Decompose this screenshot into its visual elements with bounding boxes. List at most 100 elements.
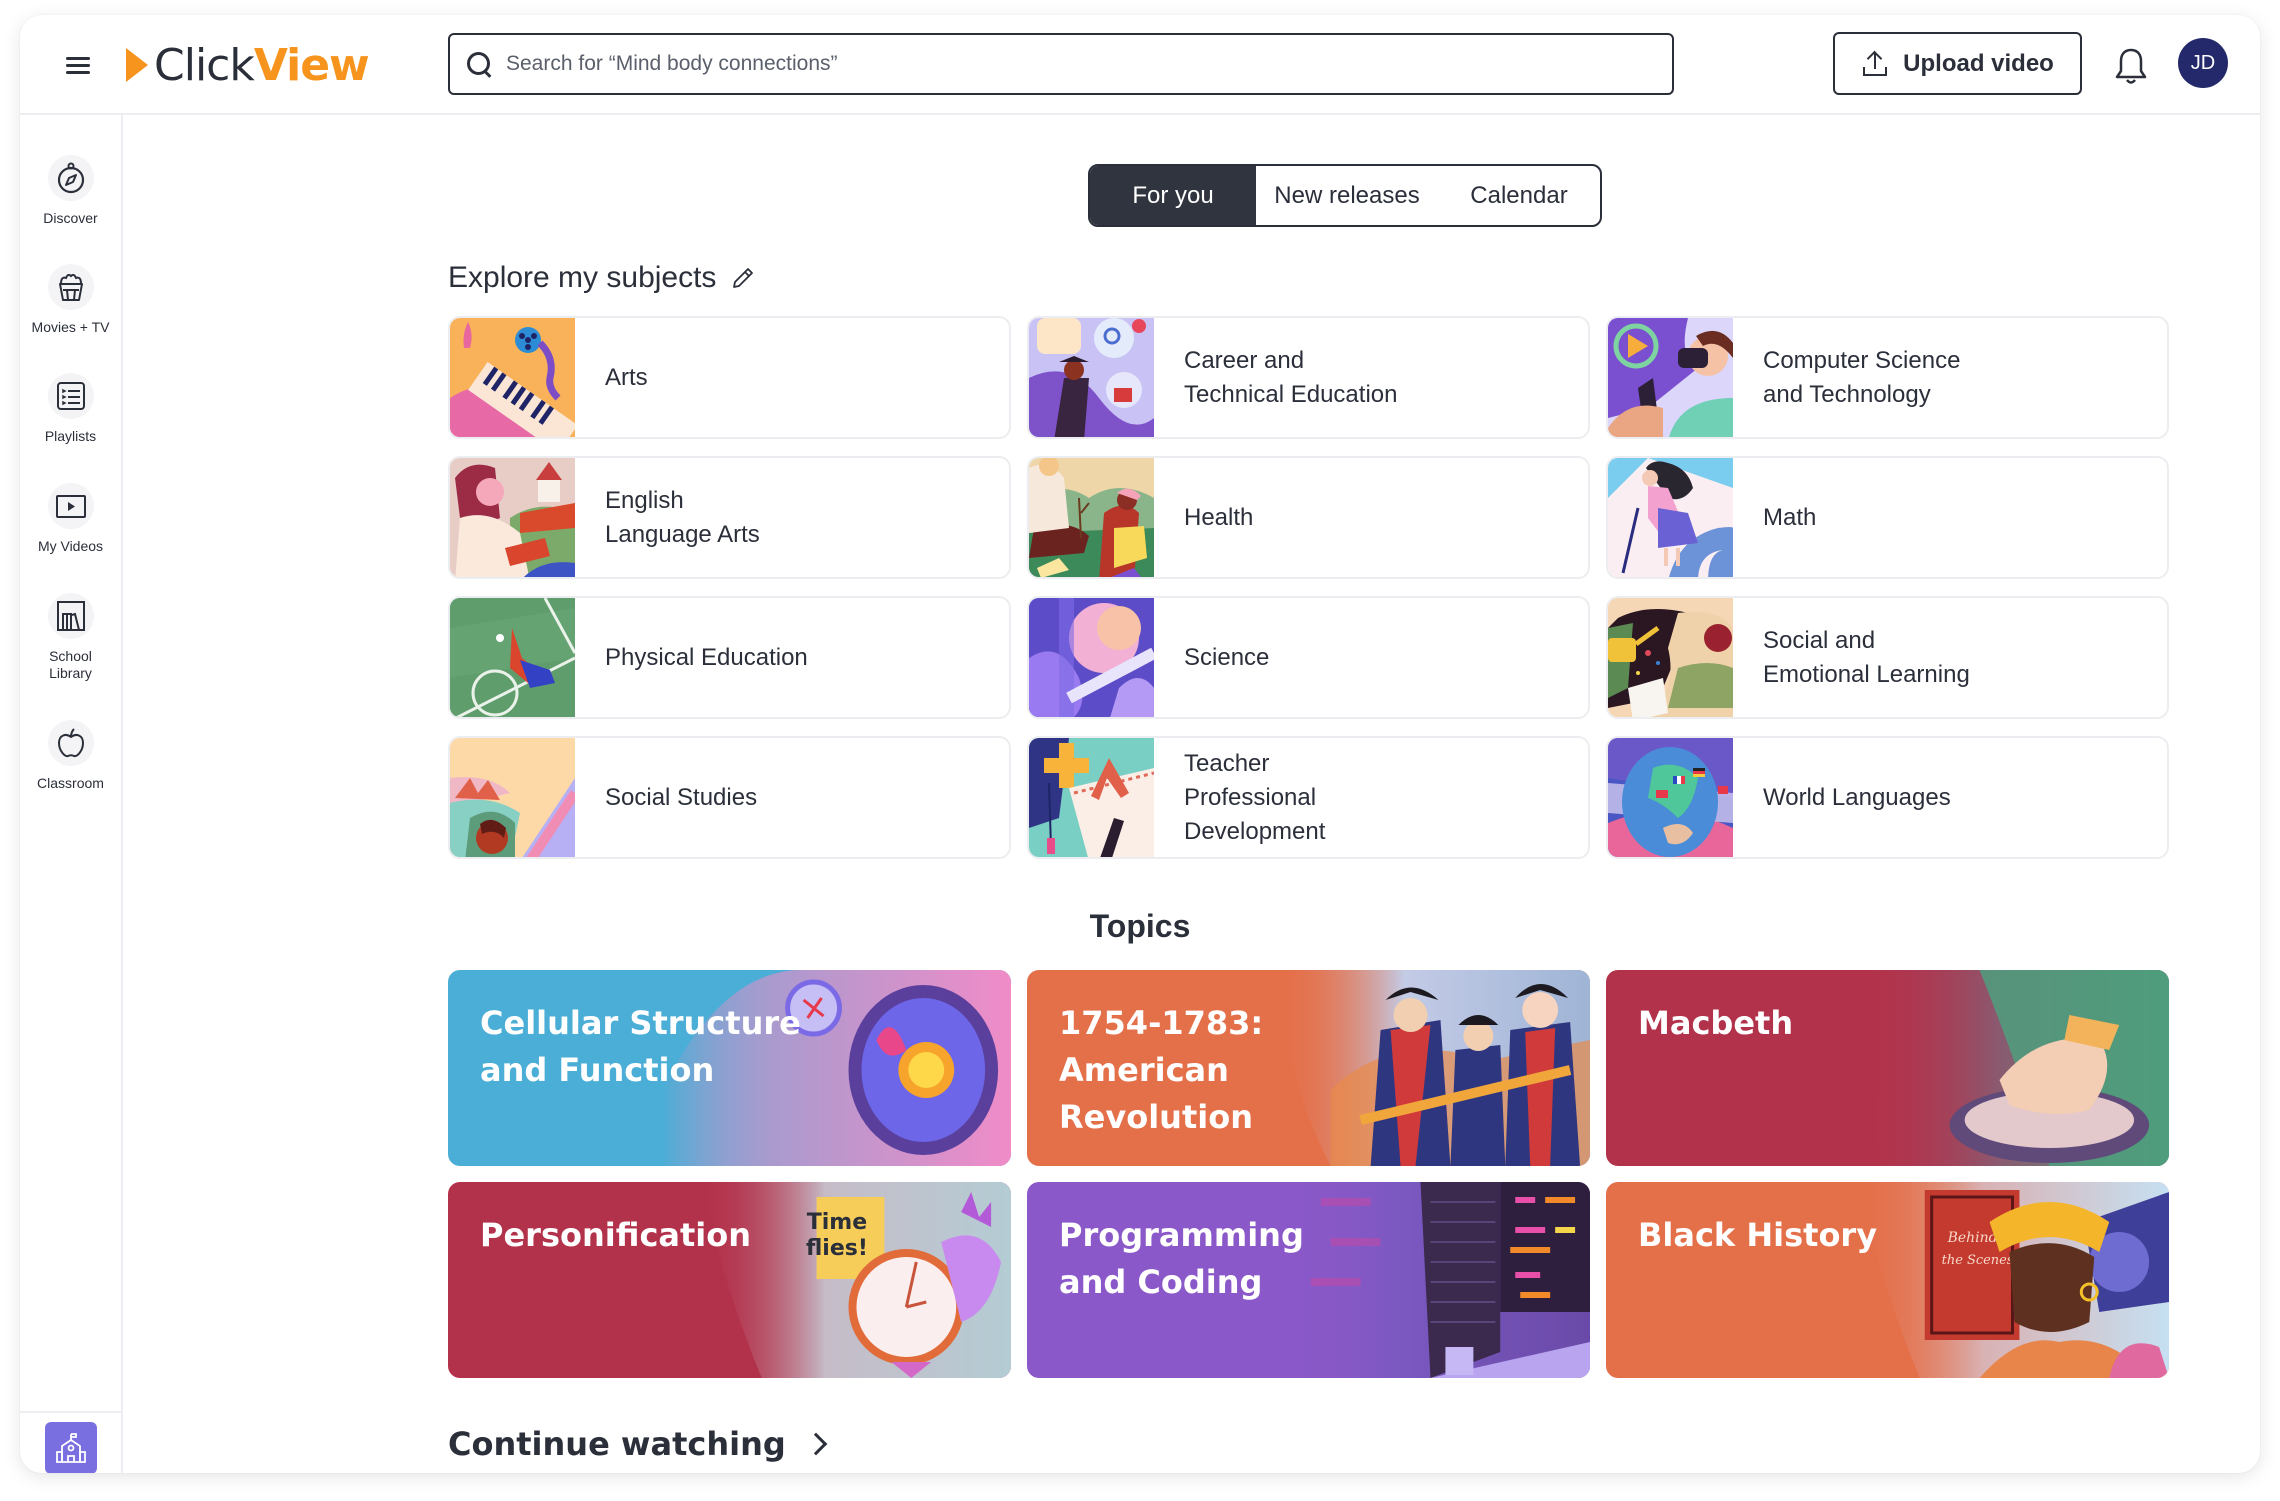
explore-subjects-header: Explore my subjects <box>448 261 756 295</box>
tab-for-you[interactable]: For you <box>1090 166 1256 225</box>
topic-label: Cellular Structure and Function <box>480 1004 801 1089</box>
upload-video-label: Upload video <box>1903 49 2054 77</box>
top-header: ClickView Upload video JD <box>20 15 2260 115</box>
subject-label: Health <box>1184 503 1254 531</box>
subject-card-science[interactable]: Science <box>1027 596 1590 719</box>
topic-card-macbeth[interactable]: Macbeth <box>1606 970 2169 1166</box>
subject-card-physical-education[interactable]: Physical Education <box>448 596 1011 719</box>
subjects-grid: Arts Career and Technical Education Comp… <box>448 316 2169 859</box>
search-input[interactable] <box>506 52 1606 76</box>
app-window: ClickView Upload video JD Discover Movie… <box>20 15 2260 1473</box>
subject-card-math[interactable]: Math <box>1606 456 2169 579</box>
subject-thumbnail <box>450 318 575 437</box>
tab-calendar[interactable]: Calendar <box>1438 166 1600 225</box>
subject-thumbnail <box>1029 458 1154 577</box>
library-icon <box>47 593 94 639</box>
topic-label: Programming and Coding <box>1059 1216 1304 1301</box>
subject-card-career-technical[interactable]: Career and Technical Education <box>1027 316 1590 439</box>
subject-label: Career and Technical Education <box>1184 346 1398 408</box>
bell-icon[interactable] <box>2113 46 2149 86</box>
sidebar-item-movies-tv[interactable]: Movies + TV <box>20 264 121 336</box>
topic-label: Black History <box>1638 1216 1878 1254</box>
subject-card-teacher-pd[interactable]: Teacher Professional Development <box>1027 736 1590 859</box>
topic-label: Personification <box>480 1216 752 1254</box>
subject-thumbnail <box>1608 318 1733 437</box>
subject-card-health[interactable]: Health <box>1027 456 1590 579</box>
compass-icon <box>47 155 94 201</box>
logo-play-icon <box>126 48 148 82</box>
svg-text:the Scenes: the Scenes <box>1942 1253 2014 1268</box>
logo-text-click: Click <box>154 39 255 91</box>
topic-card-programming[interactable]: Programming and Coding <box>1027 1182 1590 1378</box>
sidebar-label: Discover <box>43 210 98 226</box>
topic-label: 1754-1783: American Revolution <box>1059 1004 1264 1136</box>
sidebar-item-discover[interactable]: Discover <box>20 155 121 227</box>
tab-new-releases[interactable]: New releases <box>1256 166 1438 225</box>
subject-thumbnail <box>1608 458 1733 577</box>
subject-thumbnail <box>1608 598 1733 717</box>
user-avatar[interactable]: JD <box>2178 38 2228 88</box>
sidebar-label: Classroom <box>37 775 104 791</box>
subject-thumbnail <box>1029 318 1154 437</box>
topic-card-cellular-structure[interactable]: Cellular Structure and Function <box>448 970 1011 1166</box>
school-button[interactable] <box>45 1422 97 1473</box>
subject-label: Physical Education <box>605 643 808 671</box>
sidebar-divider <box>20 1411 121 1413</box>
subject-card-english-language-arts[interactable]: English Language Arts <box>448 456 1011 579</box>
subject-card-social-studies[interactable]: Social Studies <box>448 736 1011 859</box>
subject-label: Computer Science and Technology <box>1763 346 1961 408</box>
hamburger-icon[interactable] <box>64 50 94 80</box>
sidebar-label: Playlists <box>44 428 97 444</box>
continue-watching-link[interactable]: Continue watching <box>448 1425 828 1463</box>
subject-thumbnail <box>1029 738 1154 857</box>
subject-label: Teacher Professional Development <box>1184 749 1326 845</box>
clickview-logo[interactable]: Click View <box>126 40 370 91</box>
subject-label: English Language Arts <box>605 486 760 548</box>
subject-thumbnail <box>450 458 575 577</box>
apple-icon <box>47 720 94 766</box>
chevron-right-icon <box>804 1432 828 1456</box>
school-building-icon <box>56 1433 86 1463</box>
svg-text:Behind: Behind <box>1947 1230 1998 1246</box>
topics-grid: Cellular Structure and Function 1754-178… <box>448 970 2169 1378</box>
subject-card-social-emotional[interactable]: Social and Emotional Learning <box>1606 596 2169 719</box>
explore-subjects-title: Explore my subjects <box>448 261 717 294</box>
sidebar-label: School Library <box>49 648 92 681</box>
subject-label: Social Studies <box>605 783 758 811</box>
logo-text-view: View <box>253 39 370 91</box>
topic-card-american-revolution[interactable]: 1754-1783: American Revolution <box>1027 970 1590 1166</box>
subject-card-computer-science[interactable]: Computer Science and Technology <box>1606 316 2169 439</box>
play-box-icon <box>47 483 94 529</box>
search-icon <box>464 49 494 79</box>
topic-label: Macbeth <box>1638 1004 1794 1042</box>
sidebar-label: My Videos <box>37 538 104 554</box>
topic-illustration <box>1859 970 2169 1166</box>
pencil-icon[interactable] <box>730 265 756 291</box>
subject-thumbnail <box>450 598 575 717</box>
sidebar-item-school-library[interactable]: School Library <box>20 593 121 682</box>
playlist-icon <box>47 373 94 419</box>
popcorn-icon <box>47 264 94 310</box>
subject-label: World Languages <box>1763 783 1951 811</box>
topics-title: Topics <box>1089 908 1191 944</box>
topic-illustration <box>1280 970 1590 1166</box>
subject-label: Science <box>1184 643 1270 671</box>
time-flies-note: Time flies! <box>806 1210 868 1261</box>
sidebar-item-my-videos[interactable]: My Videos <box>20 483 121 555</box>
topic-card-personification[interactable]: Personification Time flies! <box>448 1182 1011 1378</box>
upload-video-button[interactable]: Upload video <box>1833 32 2082 95</box>
sidebar-item-classroom[interactable]: Classroom <box>20 720 121 792</box>
subject-label: Social and Emotional Learning <box>1763 626 1970 688</box>
sidebar-item-playlists[interactable]: Playlists <box>20 373 121 445</box>
continue-watching-title: Continue watching <box>448 1425 786 1463</box>
subject-card-world-languages[interactable]: World Languages <box>1606 736 2169 859</box>
search-bar[interactable] <box>448 33 1674 95</box>
subject-card-arts[interactable]: Arts <box>448 316 1011 439</box>
subject-label: Arts <box>605 363 648 391</box>
subject-thumbnail <box>1029 598 1154 717</box>
subject-thumbnail <box>1608 738 1733 857</box>
topic-card-black-history[interactable]: Behind the Scenes Black History <box>1606 1182 2169 1378</box>
content-tabs: For you New releases Calendar <box>1088 164 1602 227</box>
subject-thumbnail <box>450 738 575 857</box>
sidebar: Discover Movies + TV Playlists My Videos… <box>20 115 123 1473</box>
